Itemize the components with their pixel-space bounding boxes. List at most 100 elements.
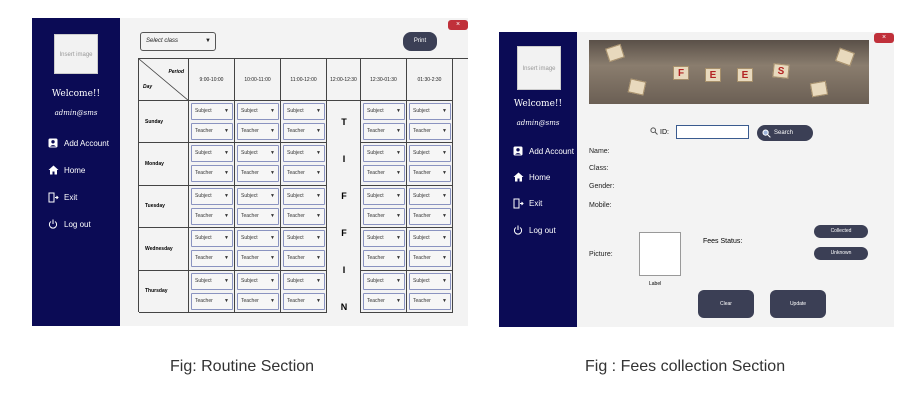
teacher-dropdown[interactable]: Teacher ▼ (283, 292, 325, 310)
teacher-dropdown[interactable]: Teacher ▼ (191, 292, 233, 310)
teacher-dropdown[interactable]: Teacher ▼ (237, 250, 279, 268)
teacher-dropdown[interactable]: Teacher ▼ (283, 250, 325, 268)
teacher-dropdown[interactable]: Teacher ▼ (237, 123, 279, 140)
teacher-dropdown[interactable]: Teacher ▼ (409, 207, 451, 225)
teacher-dropdown[interactable]: Teacher ▼ (191, 207, 233, 225)
subject-dropdown[interactable]: Subject ▼ (237, 145, 279, 163)
day-label: Thursday (139, 270, 189, 313)
day-label: Monday (139, 143, 189, 186)
subject-dropdown[interactable]: Subject ▼ (283, 103, 325, 120)
nav-home[interactable]: Home (46, 165, 85, 175)
print-button[interactable]: Print (403, 32, 437, 51)
subject-dropdown[interactable]: Subject ▼ (237, 103, 279, 120)
close-button[interactable]: × (448, 20, 468, 30)
collected-button[interactable]: Collected (814, 225, 868, 238)
nav-add-account[interactable]: Add Account (46, 138, 109, 148)
teacher-value: Teacher (195, 297, 213, 304)
teacher-dropdown[interactable]: Teacher ▼ (191, 165, 233, 183)
fees-collection-window: × Insert image Welcome!! admin@sms Add A… (499, 32, 894, 327)
nav-exit[interactable]: Exit (46, 192, 77, 203)
teacher-dropdown[interactable]: Teacher ▼ (237, 207, 279, 225)
subject-dropdown[interactable]: Subject ▼ (409, 230, 451, 248)
subject-dropdown[interactable]: Subject ▼ (283, 187, 325, 205)
banner-letter-e: E (737, 68, 753, 82)
teacher-value: Teacher (413, 128, 431, 134)
search-label: Search (774, 130, 794, 136)
teacher-dropdown[interactable]: Teacher ▼ (409, 165, 451, 183)
subject-value: Subject (241, 235, 258, 242)
teacher-dropdown[interactable]: Teacher ▼ (191, 250, 233, 268)
teacher-value: Teacher (287, 255, 305, 262)
teacher-dropdown[interactable]: Teacher ▼ (363, 207, 405, 225)
nav-label: Log out (64, 219, 91, 229)
search-icon (650, 127, 658, 137)
subject-dropdown[interactable]: Subject ▼ (283, 272, 325, 290)
chevron-down-icon: ▼ (224, 255, 229, 262)
subject-dropdown[interactable]: Subject ▼ (409, 187, 451, 205)
subject-value: Subject (413, 277, 430, 284)
close-button[interactable]: × (874, 33, 894, 43)
subject-dropdown[interactable]: Subject ▼ (409, 103, 451, 120)
banner-tile (835, 47, 855, 67)
teacher-dropdown[interactable]: Teacher ▼ (363, 123, 405, 140)
subject-dropdown[interactable]: Subject ▼ (363, 187, 405, 205)
teacher-dropdown[interactable]: Teacher ▼ (409, 123, 451, 140)
search-button[interactable]: Search (757, 125, 813, 141)
teacher-dropdown[interactable]: Teacher ▼ (363, 165, 405, 183)
subject-dropdown[interactable]: Subject ▼ (191, 187, 233, 205)
subject-dropdown[interactable]: Subject ▼ (191, 103, 233, 120)
nav-log-out[interactable]: Log out (511, 225, 556, 235)
subject-value: Subject (413, 108, 430, 114)
subject-dropdown[interactable]: Subject ▼ (237, 272, 279, 290)
teacher-dropdown[interactable]: Teacher ▼ (191, 123, 233, 140)
clear-button[interactable]: Clear (698, 290, 754, 318)
teacher-dropdown[interactable]: Teacher ▼ (283, 123, 325, 140)
chevron-down-icon: ▼ (396, 235, 401, 242)
nav-label: Log out (529, 225, 556, 235)
teacher-dropdown[interactable]: Teacher ▼ (409, 250, 451, 268)
subject-dropdown[interactable]: Subject ▼ (191, 272, 233, 290)
teacher-dropdown[interactable]: Teacher ▼ (363, 292, 405, 310)
teacher-dropdown[interactable]: Teacher ▼ (363, 250, 405, 268)
teacher-dropdown[interactable]: Teacher ▼ (237, 292, 279, 310)
teacher-dropdown[interactable]: Teacher ▼ (283, 165, 325, 183)
teacher-dropdown[interactable]: Teacher ▼ (237, 165, 279, 183)
subject-value: Subject (287, 150, 304, 157)
subject-dropdown[interactable]: Subject ▼ (363, 230, 405, 248)
subject-dropdown[interactable]: Subject ▼ (237, 187, 279, 205)
chevron-down-icon: ▼ (224, 128, 229, 134)
chevron-down-icon: ▼ (224, 108, 229, 114)
subject-dropdown[interactable]: Subject ▼ (409, 145, 451, 163)
subject-dropdown[interactable]: Subject ▼ (237, 230, 279, 248)
day-label: Tuesday (139, 185, 189, 229)
day-label: Wednesday (139, 228, 189, 271)
chevron-down-icon: ▼ (442, 277, 447, 284)
subject-dropdown[interactable]: Subject ▼ (283, 230, 325, 248)
select-class-dropdown[interactable]: Select class ▼ (140, 32, 216, 51)
subject-dropdown[interactable]: Subject ▼ (191, 230, 233, 248)
unknown-button[interactable]: Unknown (814, 247, 868, 260)
teacher-dropdown[interactable]: Teacher ▼ (409, 292, 451, 310)
subject-dropdown[interactable]: Subject ▼ (363, 272, 405, 290)
nav-add-account[interactable]: Add Account (511, 146, 574, 156)
teacher-dropdown[interactable]: Teacher ▼ (283, 207, 325, 225)
admin-username: admin@sms (516, 119, 560, 127)
time-header: 11:00-12:00 (281, 59, 327, 101)
subject-dropdown[interactable]: Subject ▼ (191, 145, 233, 163)
teacher-value: Teacher (287, 212, 305, 219)
chevron-down-icon: ▼ (316, 192, 321, 199)
subject-value: Subject (241, 108, 258, 114)
subject-dropdown[interactable]: Subject ▼ (409, 272, 451, 290)
update-button[interactable]: Update (770, 290, 826, 318)
nav-home[interactable]: Home (511, 172, 550, 182)
sidebar: Insert image Welcome!! admin@sms Add Acc… (499, 32, 577, 327)
teacher-value: Teacher (287, 297, 305, 304)
tiffin-letter: F (341, 228, 347, 238)
nav-log-out[interactable]: Log out (46, 219, 91, 229)
subject-dropdown[interactable]: Subject ▼ (283, 145, 325, 163)
subject-dropdown[interactable]: Subject ▼ (363, 103, 405, 120)
routine-table: Period Day 9:00-10:00 10:00-11:00 11:00-12:0… (138, 58, 468, 313)
nav-exit[interactable]: Exit (511, 198, 542, 209)
subject-dropdown[interactable]: Subject ▼ (363, 145, 405, 163)
id-input[interactable] (676, 125, 749, 139)
